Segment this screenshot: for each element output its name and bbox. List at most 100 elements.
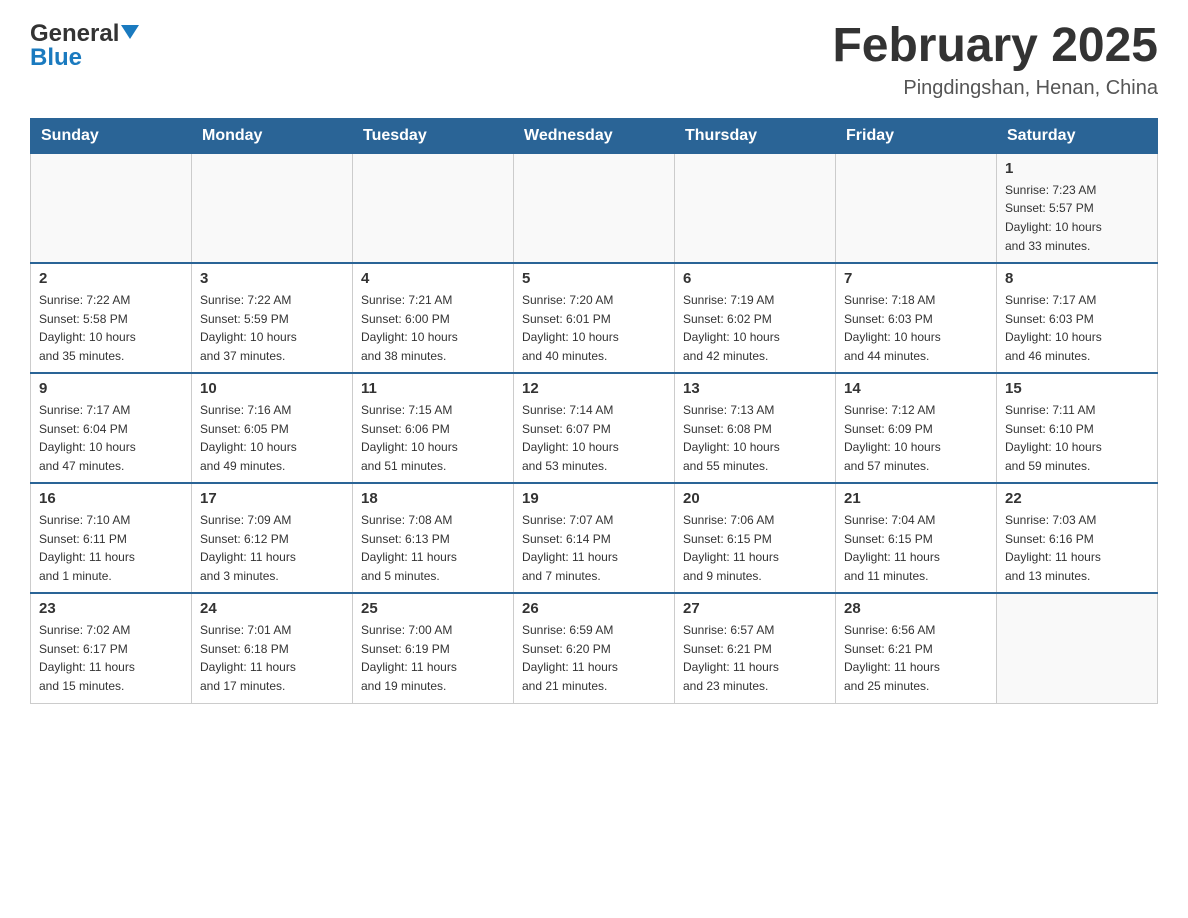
calendar-cell: 15Sunrise: 7:11 AMSunset: 6:10 PMDayligh… xyxy=(997,373,1158,483)
day-number: 26 xyxy=(522,600,666,617)
day-info: Sunrise: 7:18 AMSunset: 6:03 PMDaylight:… xyxy=(844,291,988,365)
day-number: 19 xyxy=(522,490,666,507)
calendar-week-3: 9 Sunrise: 7:17 AMSunset: 6:04 PMDaylight… xyxy=(31,373,1158,483)
logo-line2: Blue xyxy=(30,44,82,72)
day-info: Sunrise: 7:22 AMSunset: 5:58 PMDaylight:… xyxy=(39,291,183,365)
day-number: 21 xyxy=(844,490,988,507)
day-number: 3 xyxy=(200,270,344,287)
day-number: 27 xyxy=(683,600,827,617)
calendar-cell: 12 Sunrise: 7:14 AMSunset: 6:07 PMDayligh… xyxy=(514,373,675,483)
calendar-cell: 26 Sunrise: 6:59 AMSunset: 6:20 PMDayligh… xyxy=(514,593,675,703)
day-info: Sunrise: 7:01 AMSunset: 6:18 PMDaylight:… xyxy=(200,621,344,695)
day-number: 23 xyxy=(39,600,183,617)
calendar-cell xyxy=(192,153,353,263)
calendar: SundayMondayTuesdayWednesdayThursdayFrid… xyxy=(30,118,1158,704)
calendar-cell xyxy=(997,593,1158,703)
day-info: Sunrise: 7:21 AMSunset: 6:00 PMDaylight:… xyxy=(361,291,505,365)
calendar-cell xyxy=(31,153,192,263)
day-number: 9 xyxy=(39,380,183,397)
calendar-header-saturday: Saturday xyxy=(997,118,1158,153)
calendar-cell: 1 Sunrise: 7:23 AMSunset: 5:57 PMDaylight… xyxy=(997,153,1158,263)
day-info: Sunrise: 7:12 AMSunset: 6:09 PMDaylight:… xyxy=(844,401,988,475)
day-number: 17 xyxy=(200,490,344,507)
calendar-cell: 5 Sunrise: 7:20 AMSunset: 6:01 PMDaylight… xyxy=(514,263,675,373)
calendar-cell: 22Sunrise: 7:03 AMSunset: 6:16 PMDayligh… xyxy=(997,483,1158,593)
calendar-cell: 18Sunrise: 7:08 AMSunset: 6:13 PMDayligh… xyxy=(353,483,514,593)
day-number: 25 xyxy=(361,600,505,617)
location: Pingdingshan, Henan, China xyxy=(832,77,1158,100)
calendar-cell: 24 Sunrise: 7:01 AMSunset: 6:18 PMDayligh… xyxy=(192,593,353,703)
day-info: Sunrise: 7:13 AMSunset: 6:08 PMDaylight:… xyxy=(683,401,827,475)
calendar-week-4: 16 Sunrise: 7:10 AMSunset: 6:11 PMDayligh… xyxy=(31,483,1158,593)
calendar-cell: 23Sunrise: 7:02 AMSunset: 6:17 PMDayligh… xyxy=(31,593,192,703)
day-info: Sunrise: 7:10 AMSunset: 6:11 PMDaylight:… xyxy=(39,511,183,585)
month-title: February 2025 xyxy=(832,20,1158,73)
calendar-cell xyxy=(675,153,836,263)
title-block: February 2025 Pingdingshan, Henan, China xyxy=(832,20,1158,100)
day-info: Sunrise: 7:09 AMSunset: 6:12 PMDaylight:… xyxy=(200,511,344,585)
day-info: Sunrise: 7:16 AMSunset: 6:05 PMDaylight:… xyxy=(200,401,344,475)
day-number: 6 xyxy=(683,270,827,287)
day-number: 2 xyxy=(39,270,183,287)
day-number: 4 xyxy=(361,270,505,287)
calendar-cell: 10 Sunrise: 7:16 AMSunset: 6:05 PMDayligh… xyxy=(192,373,353,483)
calendar-cell: 9 Sunrise: 7:17 AMSunset: 6:04 PMDaylight… xyxy=(31,373,192,483)
calendar-cell: 16 Sunrise: 7:10 AMSunset: 6:11 PMDayligh… xyxy=(31,483,192,593)
day-info: Sunrise: 6:59 AMSunset: 6:20 PMDaylight:… xyxy=(522,621,666,695)
calendar-week-5: 23Sunrise: 7:02 AMSunset: 6:17 PMDayligh… xyxy=(31,593,1158,703)
calendar-cell xyxy=(353,153,514,263)
calendar-week-1: 1 Sunrise: 7:23 AMSunset: 5:57 PMDaylight… xyxy=(31,153,1158,263)
day-number: 28 xyxy=(844,600,988,617)
calendar-cell: 11 Sunrise: 7:15 AMSunset: 6:06 PMDayligh… xyxy=(353,373,514,483)
day-number: 5 xyxy=(522,270,666,287)
calendar-header-wednesday: Wednesday xyxy=(514,118,675,153)
calendar-cell: 21 Sunrise: 7:04 AMSunset: 6:15 PMDayligh… xyxy=(836,483,997,593)
calendar-cell: 17 Sunrise: 7:09 AMSunset: 6:12 PMDayligh… xyxy=(192,483,353,593)
day-number: 22 xyxy=(1005,490,1149,507)
calendar-cell: 28 Sunrise: 6:56 AMSunset: 6:21 PMDayligh… xyxy=(836,593,997,703)
day-info: Sunrise: 7:22 AMSunset: 5:59 PMDaylight:… xyxy=(200,291,344,365)
calendar-header-tuesday: Tuesday xyxy=(353,118,514,153)
day-number: 10 xyxy=(200,380,344,397)
day-info: Sunrise: 7:19 AMSunset: 6:02 PMDaylight:… xyxy=(683,291,827,365)
calendar-week-2: 2 Sunrise: 7:22 AMSunset: 5:58 PMDaylight… xyxy=(31,263,1158,373)
day-number: 16 xyxy=(39,490,183,507)
page-header: General Blue February 2025 Pingdingshan,… xyxy=(30,20,1158,100)
day-number: 7 xyxy=(844,270,988,287)
day-info: Sunrise: 7:14 AMSunset: 6:07 PMDaylight:… xyxy=(522,401,666,475)
calendar-cell: 4 Sunrise: 7:21 AMSunset: 6:00 PMDaylight… xyxy=(353,263,514,373)
calendar-cell xyxy=(836,153,997,263)
day-number: 1 xyxy=(1005,160,1149,177)
day-number: 18 xyxy=(361,490,505,507)
calendar-cell: 8Sunrise: 7:17 AMSunset: 6:03 PMDaylight… xyxy=(997,263,1158,373)
day-info: Sunrise: 7:17 AMSunset: 6:04 PMDaylight:… xyxy=(39,401,183,475)
calendar-cell: 27 Sunrise: 6:57 AMSunset: 6:21 PMDayligh… xyxy=(675,593,836,703)
day-info: Sunrise: 7:11 AMSunset: 6:10 PMDaylight:… xyxy=(1005,401,1149,475)
day-number: 13 xyxy=(683,380,827,397)
calendar-cell: 2 Sunrise: 7:22 AMSunset: 5:58 PMDaylight… xyxy=(31,263,192,373)
calendar-cell: 25Sunrise: 7:00 AMSunset: 6:19 PMDayligh… xyxy=(353,593,514,703)
day-info: Sunrise: 7:23 AMSunset: 5:57 PMDaylight:… xyxy=(1005,181,1149,255)
day-number: 14 xyxy=(844,380,988,397)
day-info: Sunrise: 6:57 AMSunset: 6:21 PMDaylight:… xyxy=(683,621,827,695)
calendar-header-sunday: Sunday xyxy=(31,118,192,153)
calendar-cell: 19 Sunrise: 7:07 AMSunset: 6:14 PMDayligh… xyxy=(514,483,675,593)
day-info: Sunrise: 7:15 AMSunset: 6:06 PMDaylight:… xyxy=(361,401,505,475)
calendar-cell: 14 Sunrise: 7:12 AMSunset: 6:09 PMDayligh… xyxy=(836,373,997,483)
day-info: Sunrise: 7:20 AMSunset: 6:01 PMDaylight:… xyxy=(522,291,666,365)
day-info: Sunrise: 6:56 AMSunset: 6:21 PMDaylight:… xyxy=(844,621,988,695)
calendar-cell: 3 Sunrise: 7:22 AMSunset: 5:59 PMDaylight… xyxy=(192,263,353,373)
day-number: 20 xyxy=(683,490,827,507)
calendar-header-friday: Friday xyxy=(836,118,997,153)
day-info: Sunrise: 7:04 AMSunset: 6:15 PMDaylight:… xyxy=(844,511,988,585)
logo: General Blue xyxy=(30,20,139,72)
calendar-header-row: SundayMondayTuesdayWednesdayThursdayFrid… xyxy=(31,118,1158,153)
calendar-header-thursday: Thursday xyxy=(675,118,836,153)
day-number: 11 xyxy=(361,380,505,397)
calendar-cell xyxy=(514,153,675,263)
day-info: Sunrise: 7:07 AMSunset: 6:14 PMDaylight:… xyxy=(522,511,666,585)
day-number: 24 xyxy=(200,600,344,617)
calendar-cell: 20 Sunrise: 7:06 AMSunset: 6:15 PMDayligh… xyxy=(675,483,836,593)
day-info: Sunrise: 7:06 AMSunset: 6:15 PMDaylight:… xyxy=(683,511,827,585)
day-number: 12 xyxy=(522,380,666,397)
